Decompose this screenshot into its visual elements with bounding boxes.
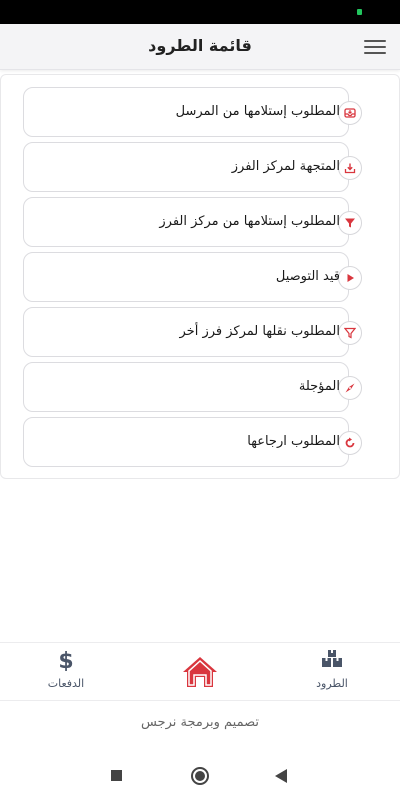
list-item-pickup-from-sorting-center[interactable]: المطلوب إستلامها من مركز الفرز bbox=[23, 197, 362, 247]
nav-payments-label: الدفعات bbox=[47, 677, 85, 690]
item-label: المطلوب نقلها لمركز فرز أخر bbox=[179, 324, 341, 339]
nav-parcels-label: الطرود bbox=[316, 677, 348, 690]
item-label: المطلوب إستلامها من المرسل bbox=[175, 104, 340, 119]
menu-icon[interactable] bbox=[364, 40, 386, 54]
dollar-icon: $ bbox=[58, 649, 73, 674]
svg-text:$: $ bbox=[58, 649, 73, 671]
item-label: المطلوب ارجاعها bbox=[247, 434, 340, 449]
list-item-pickup-from-sender[interactable]: المطلوب إستلامها من المرسل bbox=[23, 87, 362, 137]
page-title: قائمة الطرود bbox=[148, 36, 252, 55]
credit-text: تصميم وبرمجة نرجس bbox=[140, 715, 260, 730]
credit-bar: تصميم وبرمجة نرجس bbox=[0, 700, 400, 752]
home-icon bbox=[183, 657, 217, 687]
parcel-status-list: المطلوب إستلامها من المرسل المتجهة لمركز… bbox=[0, 74, 400, 479]
status-bar bbox=[0, 0, 400, 24]
item-label: قيد التوصيل bbox=[275, 269, 340, 284]
notification-dot bbox=[357, 9, 362, 15]
list-item-postponed[interactable]: المؤجلة bbox=[23, 362, 362, 412]
list-item-out-for-delivery[interactable]: قيد التوصيل bbox=[23, 252, 362, 302]
nav-payments[interactable]: $ الدفعات bbox=[26, 649, 106, 690]
inbox-tray-icon bbox=[338, 101, 362, 125]
list-item-transfer-to-other-center[interactable]: المطلوب نقلها لمركز فرز أخر bbox=[23, 307, 362, 357]
item-label: المؤجلة bbox=[298, 379, 340, 394]
compass-icon bbox=[338, 376, 362, 400]
list-item-to-sorting-center[interactable]: المتجهة لمركز الفرز bbox=[23, 142, 362, 192]
boxes-icon bbox=[322, 650, 342, 667]
system-nav-bar bbox=[0, 752, 400, 800]
funnel-outline-icon bbox=[338, 321, 362, 345]
list-item-to-be-returned[interactable]: المطلوب ارجاعها bbox=[23, 417, 362, 467]
nav-parcels[interactable]: الطرود bbox=[292, 649, 372, 690]
filter-funnel-icon bbox=[338, 211, 362, 235]
return-arrow-icon bbox=[338, 431, 362, 455]
home-button-icon[interactable] bbox=[191, 767, 209, 785]
bottom-nav: الطرود $ الدفعات bbox=[0, 642, 400, 700]
play-icon bbox=[338, 266, 362, 290]
recent-apps-icon[interactable] bbox=[111, 770, 122, 781]
nav-home[interactable] bbox=[160, 655, 240, 693]
back-icon[interactable] bbox=[275, 769, 287, 783]
download-tray-icon bbox=[338, 156, 362, 180]
item-label: المطلوب إستلامها من مركز الفرز bbox=[159, 214, 340, 229]
item-label: المتجهة لمركز الفرز bbox=[231, 159, 340, 174]
app-bar: قائمة الطرود bbox=[0, 24, 400, 70]
